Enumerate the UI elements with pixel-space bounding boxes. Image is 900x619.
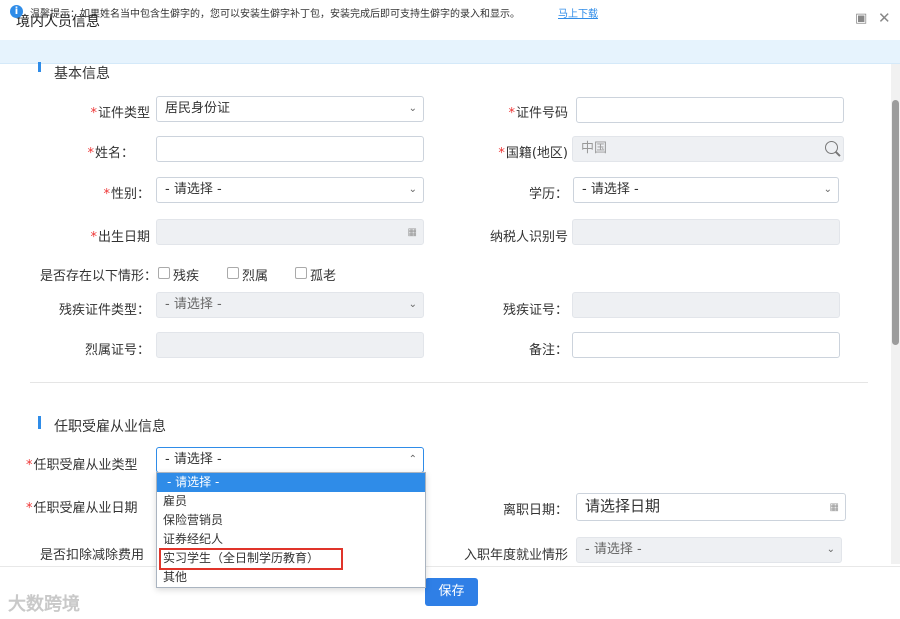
id-type-label: *证件类型 bbox=[90, 106, 150, 121]
chevron-up-icon: ⌃ bbox=[408, 454, 417, 465]
disability-cert-no-field[interactable] bbox=[572, 292, 840, 318]
disability-cert-no-label: 残疾证号： bbox=[502, 303, 568, 318]
save-button[interactable]: 保存 bbox=[425, 578, 478, 606]
chevron-down-icon: ⌄ bbox=[408, 103, 417, 114]
dropdown-option[interactable]: - 请选择 - bbox=[157, 473, 425, 492]
employment-type-label: *任职受雇从业类型 bbox=[26, 458, 138, 473]
employment-type-select[interactable]: - 请选择 - ⌃ bbox=[156, 447, 424, 473]
gender-label: *性别： bbox=[103, 187, 150, 202]
elderly-option-label: 孤老 bbox=[310, 269, 337, 284]
search-icon[interactable] bbox=[825, 141, 838, 154]
education-label: 学历： bbox=[528, 187, 568, 202]
nationality-field[interactable]: 中国 bbox=[572, 136, 844, 162]
dropdown-option[interactable]: 雇员 bbox=[157, 492, 425, 511]
leave-date-input[interactable]: 请选择日期 ▦ bbox=[576, 493, 846, 521]
remark-label: 备注： bbox=[528, 343, 568, 358]
situations-label: 是否存在以下情形： bbox=[40, 269, 158, 284]
notice-text: 温馨提示：如果姓名当中包含生僻字的，您可以安装生僻字补丁包，安装完成后即可支持生… bbox=[30, 9, 520, 20]
birth-date-label: *出生日期 bbox=[90, 230, 150, 245]
education-select[interactable]: - 请选择 - ⌄ bbox=[573, 177, 839, 203]
scrollbar-thumb[interactable] bbox=[892, 100, 899, 345]
dropdown-option[interactable]: 其他 bbox=[157, 568, 425, 587]
disabled-checkbox[interactable] bbox=[158, 267, 170, 279]
id-number-input[interactable] bbox=[576, 97, 844, 123]
nationality-label: *国籍(地区) bbox=[498, 146, 568, 161]
disability-cert-type-select[interactable]: - 请选择 - ⌄ bbox=[156, 292, 424, 318]
elderly-checkbox[interactable] bbox=[295, 267, 307, 279]
birth-date-field[interactable]: ▦ bbox=[156, 219, 424, 245]
section-marker bbox=[38, 62, 41, 72]
employment-date-label: *任职受雇从业日期 bbox=[26, 501, 138, 516]
highlight-box bbox=[159, 548, 343, 570]
chevron-down-icon: ⌄ bbox=[408, 299, 417, 310]
disabled-option-label: 残疾 bbox=[173, 269, 200, 284]
download-link[interactable]: 马上下载 bbox=[558, 5, 598, 20]
name-label: *姓名： bbox=[87, 146, 134, 161]
id-number-label: *证件号码 bbox=[508, 106, 568, 121]
gender-select[interactable]: - 请选择 - ⌄ bbox=[156, 177, 424, 203]
dropdown-option[interactable]: 保险营销员 bbox=[157, 511, 425, 530]
martyr-checkbox[interactable] bbox=[227, 267, 239, 279]
entry-year-status-select[interactable]: - 请选择 - ⌄ bbox=[576, 537, 842, 563]
dropdown-option[interactable]: 证券经纪人 bbox=[157, 530, 425, 549]
deduction-label: 是否扣除减除费用 bbox=[40, 548, 145, 563]
chevron-down-icon: ⌄ bbox=[823, 184, 832, 195]
entry-year-status-label: 入职年度就业情形 bbox=[463, 548, 568, 563]
taxpayer-id-field[interactable] bbox=[572, 219, 840, 245]
section-title-basic: 基本信息 bbox=[54, 66, 110, 82]
leave-date-label: 离职日期： bbox=[502, 503, 568, 518]
maximize-icon[interactable]: ▣ bbox=[855, 12, 867, 26]
close-icon[interactable]: ✕ bbox=[878, 11, 891, 26]
taxpayer-id-label: 纳税人识别号 bbox=[489, 230, 568, 245]
calendar-icon: ▦ bbox=[407, 227, 417, 238]
chevron-down-icon: ⌄ bbox=[826, 544, 835, 555]
notice-bar bbox=[0, 40, 900, 64]
martyr-cert-no-label: 烈属证号： bbox=[84, 343, 150, 358]
remark-input[interactable] bbox=[572, 332, 840, 358]
martyr-cert-no-field[interactable] bbox=[156, 332, 424, 358]
employment-type-dropdown: - 请选择 - 雇员 保险营销员 证券经纪人 实习学生（全日制学历教育） 其他 bbox=[156, 472, 426, 588]
section-title-employment: 任职受雇从业信息 bbox=[54, 419, 166, 435]
chevron-down-icon: ⌄ bbox=[408, 184, 417, 195]
name-input[interactable] bbox=[156, 136, 424, 162]
calendar-icon: ▦ bbox=[829, 502, 839, 513]
martyr-option-label: 烈属 bbox=[242, 269, 269, 284]
section-divider bbox=[30, 382, 868, 383]
disability-cert-type-label: 残疾证件类型： bbox=[58, 303, 150, 318]
watermark-logo: 大数跨境 bbox=[8, 594, 80, 615]
section-marker bbox=[38, 416, 41, 429]
info-icon: i bbox=[10, 5, 23, 18]
id-type-select[interactable]: 居民身份证 ⌄ bbox=[156, 96, 424, 122]
